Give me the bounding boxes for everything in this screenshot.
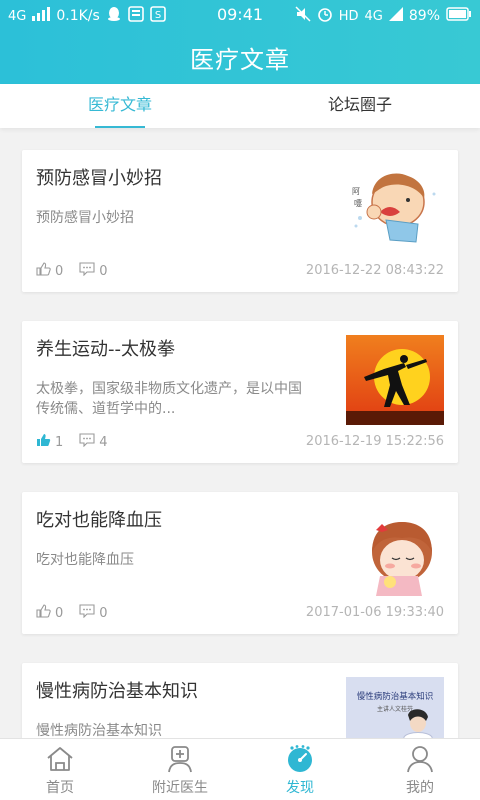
alarm-icon — [317, 6, 333, 26]
article-meta: 0 0 — [36, 262, 124, 280]
cover-title: 慢性病防治基本知识 — [357, 691, 434, 702]
comment-button[interactable]: 4 — [79, 433, 108, 451]
article-thumbnail — [346, 506, 444, 596]
like-button[interactable]: 1 — [36, 433, 63, 451]
tabbar-home[interactable]: 首页 — [0, 739, 120, 800]
tab-bar-top: 医疗文章 论坛圈子 — [0, 84, 480, 128]
network-right-label: 4G — [364, 8, 383, 24]
article-card[interactable]: 预防感冒小妙招 预防感冒小妙招 0 0 2016-12-22 08:43:22 … — [22, 150, 458, 292]
thumbs-up-icon — [36, 604, 51, 622]
comment-count: 0 — [99, 263, 108, 279]
article-title: 吃对也能降血压 — [36, 510, 162, 531]
article-thumbnail: 阿 嚏 — [346, 164, 444, 254]
home-icon — [44, 745, 76, 773]
app-header: 4G 0.1K/s S 09:41 HD 4G 89% 医疗文章 — [0, 0, 480, 84]
thumbs-up-filled-icon — [36, 433, 51, 451]
tab-label: 医疗文章 — [87, 95, 152, 114]
article-title: 慢性病防治基本知识 — [36, 681, 198, 702]
article-thumbnail — [346, 335, 444, 425]
article-meta: 0 0 — [36, 604, 124, 622]
comment-icon — [79, 433, 95, 451]
tabbar-nearby-doctor[interactable]: 附近医生 — [120, 739, 240, 800]
status-bar: 4G 0.1K/s S 09:41 HD 4G 89% — [0, 0, 480, 32]
tabbar-profile[interactable]: 我的 — [360, 739, 480, 800]
like-count: 1 — [55, 434, 64, 450]
article-date: 2016-12-19 15:22:56 — [305, 434, 444, 449]
tab-indicator — [95, 126, 145, 128]
comment-button[interactable]: 0 — [79, 604, 108, 622]
hd-label: HD — [338, 8, 359, 24]
mute-icon — [295, 6, 311, 26]
tabbar-label: 首页 — [46, 780, 74, 796]
tabbar-label: 我的 — [406, 780, 434, 796]
tab-label: 论坛圈子 — [327, 95, 392, 114]
like-button[interactable]: 0 — [36, 604, 63, 622]
comment-icon — [79, 604, 95, 622]
doctor-icon — [164, 745, 196, 773]
battery-percent: 89% — [408, 8, 440, 24]
bottom-tab-bar: 首页 附近医生 发现 我的 — [0, 738, 480, 800]
article-title: 预防感冒小妙招 — [36, 168, 162, 189]
comment-button[interactable]: 0 — [79, 262, 108, 280]
like-button[interactable]: 0 — [36, 262, 63, 280]
discover-icon — [284, 745, 316, 773]
comment-count: 4 — [99, 434, 108, 450]
article-title: 养生运动--太极拳 — [36, 339, 175, 360]
battery-icon — [446, 7, 472, 25]
tab-forum[interactable]: 论坛圈子 — [240, 84, 480, 128]
article-meta: 1 4 — [36, 433, 124, 451]
article-desc: 太极拳，国家级非物质文化遗产，是以中国传统儒、道哲学中的... — [36, 381, 302, 417]
signal-right-icon — [388, 7, 403, 25]
thumbs-up-icon — [36, 262, 51, 280]
profile-icon — [404, 745, 436, 773]
like-count: 0 — [55, 263, 64, 279]
tabbar-label: 附近医生 — [152, 780, 208, 796]
article-desc: 吃对也能降血压 — [36, 552, 134, 568]
cover-subtitle: 主讲人文桂芬 — [377, 705, 413, 713]
svg-text:阿: 阿 — [352, 187, 360, 196]
svg-text:嚏: 嚏 — [354, 198, 362, 208]
article-desc: 预防感冒小妙招 — [36, 210, 134, 226]
comment-count: 0 — [99, 605, 108, 621]
tabbar-label: 发现 — [286, 780, 314, 796]
article-date: 2017-01-06 19:33:40 — [305, 605, 444, 620]
article-card[interactable]: 养生运动--太极拳 太极拳，国家级非物质文化遗产，是以中国传统儒、道哲学中的..… — [22, 321, 458, 463]
article-card[interactable]: 吃对也能降血压 吃对也能降血压 0 0 2017-01-06 19:33:40 — [22, 492, 458, 634]
like-count: 0 — [55, 605, 64, 621]
tab-medical-articles[interactable]: 医疗文章 — [0, 84, 240, 128]
tabbar-discover[interactable]: 发现 — [240, 739, 360, 800]
page-title: 医疗文章 — [190, 46, 290, 74]
article-date: 2016-12-22 08:43:22 — [305, 263, 444, 278]
comment-icon — [79, 262, 95, 280]
